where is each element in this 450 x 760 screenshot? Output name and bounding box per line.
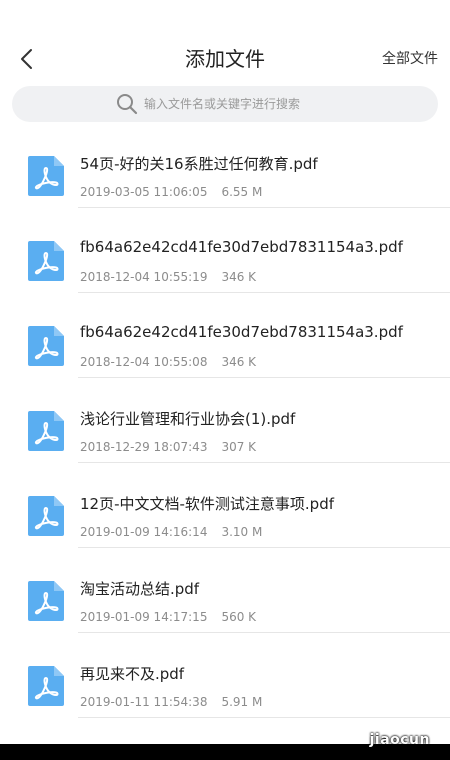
file-meta: 2018-12-04 10:55:08 346 K bbox=[80, 355, 256, 369]
pdf-icon bbox=[26, 494, 66, 538]
file-row-5[interactable]: 12页-中文文档-软件测试注意事项.pdf 2019-01-09 14:16:1… bbox=[0, 463, 450, 548]
file-list: 54页-好的关16系胜过任何教育.pdf 2019-03-05 11:06:05… bbox=[0, 123, 450, 718]
header: 添加文件 全部文件 bbox=[0, 0, 450, 86]
file-row-6[interactable]: 淘宝活动总结.pdf 2019-01-09 14:17:15 560 K bbox=[0, 548, 450, 633]
file-size: 3.10 M bbox=[221, 525, 263, 539]
file-datetime: 2019-01-11 11:54:38 bbox=[80, 695, 208, 709]
pdf-icon bbox=[26, 154, 66, 198]
file-size: 560 K bbox=[221, 610, 257, 624]
file-size: 346 K bbox=[221, 270, 257, 284]
file-row-1[interactable]: 54页-好的关16系胜过任何教育.pdf 2019-03-05 11:06:05… bbox=[0, 123, 450, 208]
search-bar[interactable] bbox=[12, 86, 438, 122]
file-size: 346 K bbox=[221, 355, 257, 369]
chevron-left-icon bbox=[21, 49, 32, 69]
pdf-icon bbox=[26, 409, 66, 453]
file-meta: 2018-12-29 18:07:43 307 K bbox=[80, 440, 256, 454]
file-name: 12页-中文文档-软件测试注意事项.pdf bbox=[80, 495, 335, 513]
file-datetime: 2019-01-09 14:17:15 bbox=[80, 610, 208, 624]
pdf-icon bbox=[26, 324, 66, 368]
file-row-4[interactable]: 浅论行业管理和行业协会(1).pdf 2018-12-29 18:07:43 30… bbox=[0, 378, 450, 463]
file-row-2[interactable]: fb64a62e42cd41fe30d7ebd7831154a3.pdf 201… bbox=[0, 208, 450, 293]
file-name: 淘宝活动总结.pdf bbox=[80, 580, 200, 598]
pdf-icon bbox=[26, 239, 66, 283]
app-root: 添加文件 全部文件 54页-好的关16系胜过任何教育.pdf 2019-03-0… bbox=[0, 0, 450, 760]
file-name: 54页-好的关16系胜过任何教育.pdf bbox=[80, 155, 318, 173]
row-divider bbox=[78, 717, 450, 718]
file-datetime: 2018-12-04 10:55:19 bbox=[80, 270, 208, 284]
file-datetime: 2018-12-04 10:55:08 bbox=[80, 355, 208, 369]
file-meta: 2019-03-05 11:06:05 6.55 M bbox=[80, 185, 262, 199]
file-name: 浅论行业管理和行业协会(1).pdf bbox=[80, 410, 296, 428]
search-icon bbox=[116, 93, 138, 115]
file-row-7[interactable]: 再见来不及.pdf 2019-01-11 11:54:38 5.91 M bbox=[0, 633, 450, 718]
file-meta: 2019-01-09 14:17:15 560 K bbox=[80, 610, 256, 624]
back-button[interactable] bbox=[12, 44, 40, 74]
file-datetime: 2018-12-29 18:07:43 bbox=[80, 440, 208, 454]
search-input[interactable] bbox=[144, 97, 334, 111]
pdf-icon bbox=[26, 579, 66, 623]
file-datetime: 2019-03-05 11:06:05 bbox=[80, 185, 208, 199]
file-name: 再见来不及.pdf bbox=[80, 665, 185, 683]
file-name: fb64a62e42cd41fe30d7ebd7831154a3.pdf bbox=[80, 323, 403, 341]
file-size: 5.91 M bbox=[221, 695, 263, 709]
file-size: 6.55 M bbox=[221, 185, 263, 199]
file-meta: 2019-01-09 14:16:14 3.10 M bbox=[80, 525, 262, 539]
file-meta: 2018-12-04 10:55:19 346 K bbox=[80, 270, 256, 284]
file-row-3[interactable]: fb64a62e42cd41fe30d7ebd7831154a3.pdf 201… bbox=[0, 293, 450, 378]
all-files-button[interactable]: 全部文件 bbox=[382, 46, 438, 72]
file-meta: 2019-01-11 11:54:38 5.91 M bbox=[80, 695, 262, 709]
watermark: jiaocun bbox=[369, 732, 430, 748]
file-name: fb64a62e42cd41fe30d7ebd7831154a3.pdf bbox=[80, 238, 403, 256]
pdf-icon bbox=[26, 664, 66, 708]
file-datetime: 2019-01-09 14:16:14 bbox=[80, 525, 208, 539]
file-size: 307 K bbox=[221, 440, 257, 454]
